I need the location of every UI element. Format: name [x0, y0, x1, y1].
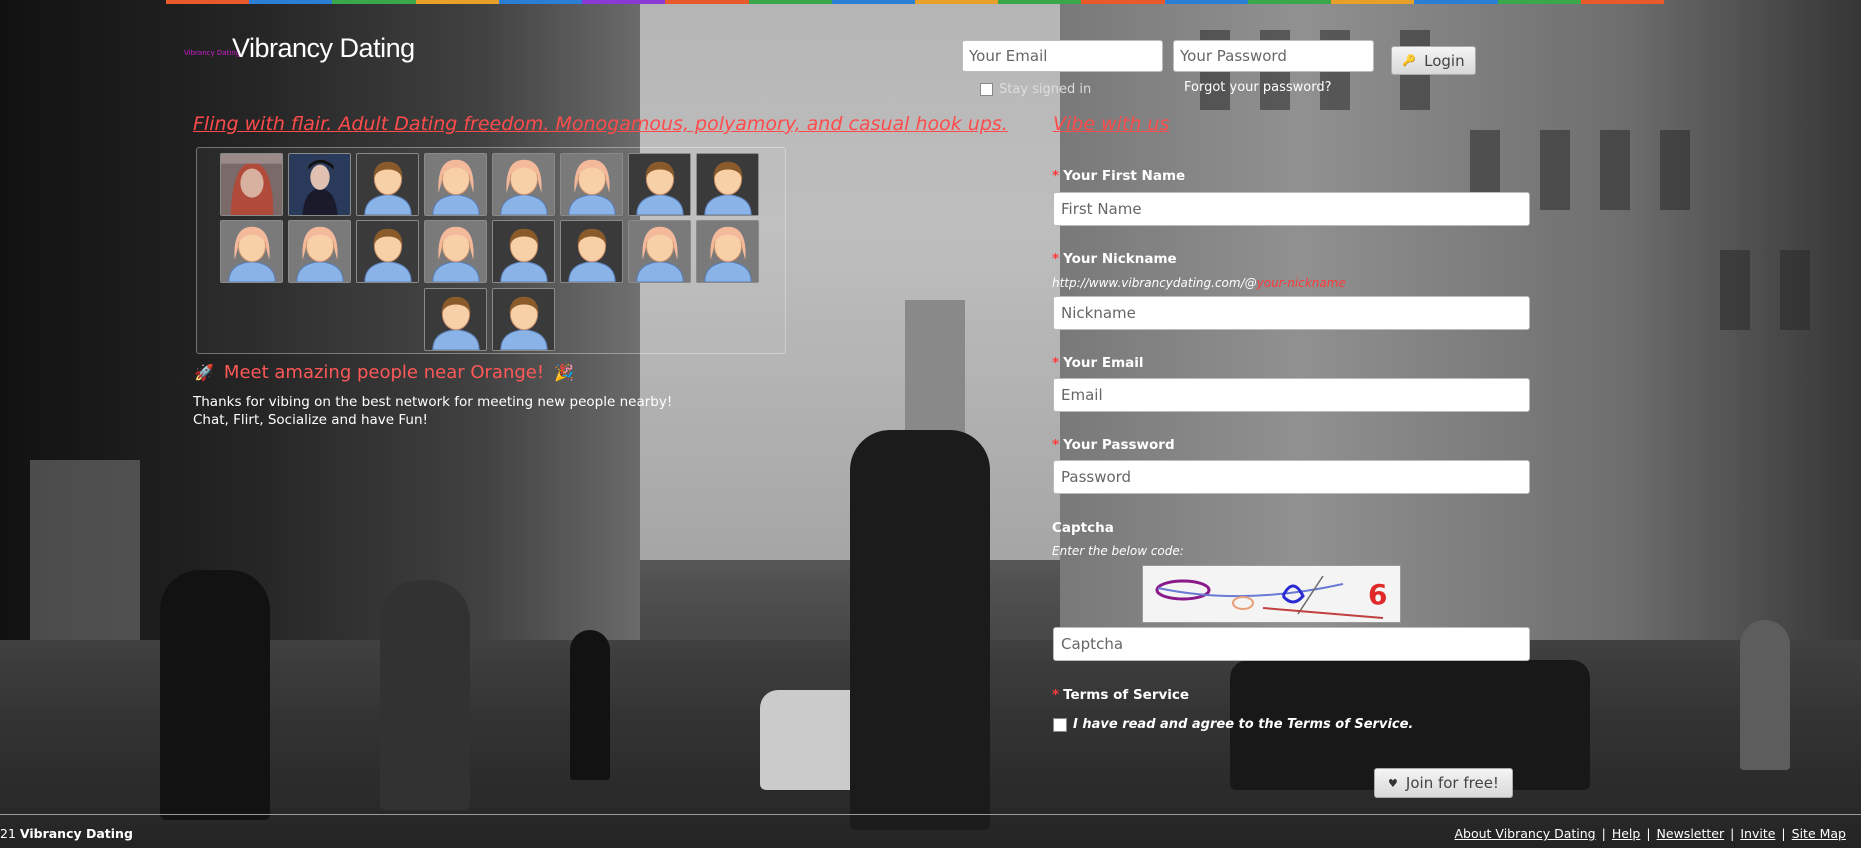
password-label-text: Your Password [1063, 437, 1175, 453]
stay-signed-in-label: Stay signed in [999, 82, 1092, 97]
member-avatar[interactable] [220, 220, 283, 283]
password-label: * Your Password [1052, 437, 1175, 453]
tos-label: * Terms of Service [1052, 687, 1189, 703]
footer-links: About Vibrancy Dating | Help | Newslette… [1455, 826, 1847, 841]
member-avatar[interactable] [288, 153, 351, 216]
forgot-password-link[interactable]: Forgot your password? [1184, 80, 1332, 95]
footer-link-sitemap[interactable]: Site Map [1792, 826, 1846, 841]
member-avatar[interactable] [424, 288, 487, 351]
login-button[interactable]: 🔑 Login [1391, 46, 1476, 75]
nickname-field[interactable] [1053, 296, 1530, 330]
copyright-brand: Vibrancy Dating [19, 826, 133, 841]
join-button[interactable]: ♥ Join for free! [1374, 768, 1513, 798]
nickname-url-hint: http://www.vibrancydating.com/@your-nick… [1052, 276, 1346, 290]
email-field[interactable] [1053, 378, 1530, 412]
email-label-text: Your Email [1063, 355, 1144, 371]
footer-link-newsletter[interactable]: Newsletter [1657, 826, 1725, 841]
signup-heading: Vibe with us [1053, 113, 1170, 135]
required-marker: * [1052, 168, 1060, 184]
footer-separator: | [1601, 826, 1606, 841]
captcha-field[interactable] [1053, 627, 1530, 661]
login-password-input[interactable] [1173, 40, 1374, 72]
nickname-url-base: http://www.vibrancydating.com/@ [1052, 276, 1257, 290]
join-button-label: Join for free! [1405, 774, 1499, 792]
stay-signed-in[interactable]: Stay signed in [980, 82, 1091, 97]
svg-text:6: 6 [1368, 578, 1387, 611]
member-avatar[interactable] [492, 220, 555, 283]
password-field[interactable] [1053, 460, 1530, 494]
member-avatar[interactable] [492, 153, 555, 216]
first-name-label-text: Your First Name [1063, 168, 1186, 184]
tos-label-text: Terms of Service [1063, 687, 1190, 703]
member-avatar[interactable] [288, 220, 351, 283]
member-avatar[interactable] [356, 220, 419, 283]
member-avatar[interactable] [696, 153, 759, 216]
member-avatar[interactable] [560, 153, 623, 216]
member-avatar-grid [196, 147, 786, 354]
required-marker: * [1052, 687, 1060, 703]
meet-heading: 🚀 Meet amazing people near Orange! 🎉 [194, 362, 574, 383]
member-avatar[interactable] [424, 153, 487, 216]
required-marker: * [1052, 355, 1060, 371]
footer-copyright: 21 Vibrancy Dating [0, 826, 133, 841]
required-marker: * [1052, 437, 1060, 453]
member-avatar[interactable] [628, 220, 691, 283]
captcha-hint: Enter the below code: [1052, 544, 1184, 558]
copyright-year: 21 [0, 826, 16, 841]
footer-link-help[interactable]: Help [1612, 826, 1641, 841]
top-color-strip [166, 0, 1664, 4]
first-name-label: * Your First Name [1052, 168, 1185, 184]
member-avatar[interactable] [492, 288, 555, 351]
tos-checkbox[interactable] [1053, 717, 1067, 732]
footer-divider [0, 814, 1861, 815]
required-marker: * [1052, 251, 1060, 267]
stay-signed-in-checkbox[interactable] [980, 83, 993, 96]
tos-agree-text: I have read and agree to the Terms of Se… [1073, 717, 1414, 732]
footer-separator: | [1646, 826, 1651, 841]
heart-icon: ♥ [1388, 776, 1398, 790]
footer-separator: | [1730, 826, 1735, 841]
tagline: Fling with flair. Adult Dating freedom. … [193, 113, 1008, 135]
intro-text: Thanks for vibing on the best network fo… [193, 394, 673, 428]
footer-link-about[interactable]: About Vibrancy Dating [1455, 826, 1596, 841]
captcha-label: Captcha [1052, 520, 1114, 536]
member-avatar[interactable] [356, 153, 419, 216]
member-avatar[interactable] [560, 220, 623, 283]
member-avatar[interactable] [424, 220, 487, 283]
captcha-image: 6 [1142, 565, 1401, 623]
party-icon: 🎉 [554, 363, 574, 382]
email-label: * Your Email [1052, 355, 1144, 371]
footer-separator: | [1781, 826, 1786, 841]
site-brand[interactable]: Vibrancy Dating [232, 33, 415, 64]
footer-link-invite[interactable]: Invite [1740, 826, 1775, 841]
nickname-label: * Your Nickname [1052, 251, 1177, 267]
member-avatar[interactable] [220, 153, 283, 216]
member-avatar[interactable] [628, 153, 691, 216]
login-button-label: Login [1424, 51, 1465, 70]
rocket-icon: 🚀 [194, 363, 214, 382]
member-avatar[interactable] [696, 220, 759, 283]
key-icon: 🔑 [1402, 54, 1417, 67]
first-name-field[interactable] [1053, 192, 1530, 226]
tos-agree-row[interactable]: I have read and agree to the Terms of Se… [1053, 717, 1413, 732]
nickname-url-suffix: your-nickname [1256, 276, 1346, 290]
meet-text: Meet amazing people near Orange! [223, 362, 545, 383]
nickname-label-text: Your Nickname [1063, 251, 1177, 267]
login-email-input[interactable] [962, 40, 1163, 72]
